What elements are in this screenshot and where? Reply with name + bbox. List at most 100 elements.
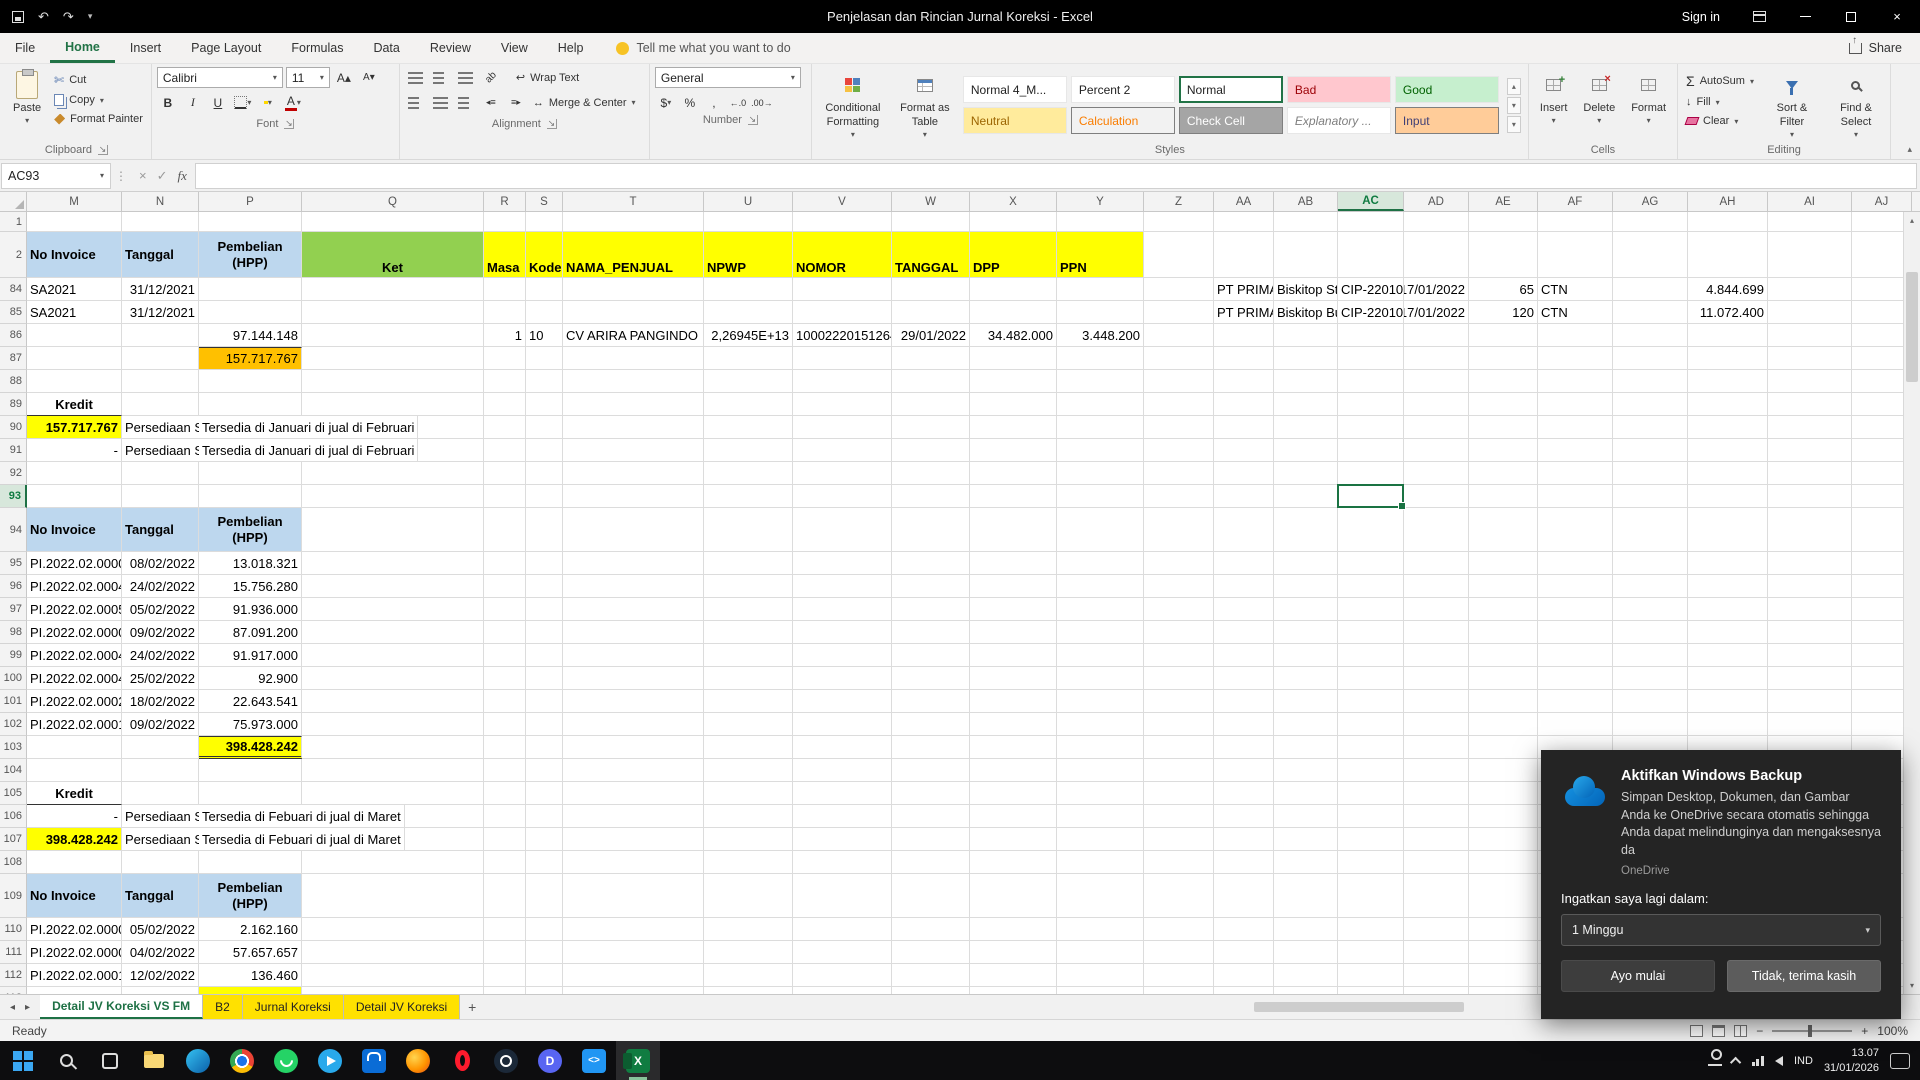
cell-S92[interactable]	[526, 462, 563, 485]
cell-X84[interactable]	[970, 278, 1057, 301]
cell-AC99[interactable]	[1338, 644, 1404, 667]
cell-AI99[interactable]	[1768, 644, 1852, 667]
cell-R113[interactable]	[484, 987, 526, 994]
delete-cells-button[interactable]: × Delete ▾	[1577, 67, 1621, 143]
redo-icon[interactable]: ↷	[63, 9, 74, 25]
cell-AB104[interactable]	[1274, 759, 1338, 782]
styles-more-button[interactable]: ▾	[1506, 115, 1521, 133]
cell-P94[interactable]: Pembelian (HPP)	[199, 508, 302, 552]
cell-X103[interactable]	[970, 736, 1057, 759]
cell-W91[interactable]	[892, 439, 970, 462]
cell-Q109[interactable]	[302, 874, 484, 918]
cell-AG86[interactable]	[1613, 324, 1688, 347]
share-button[interactable]: Share	[1848, 33, 1920, 63]
cell-S91[interactable]	[526, 439, 563, 462]
cell-Z93[interactable]	[1144, 485, 1214, 508]
cell-V109[interactable]	[793, 874, 892, 918]
cell-U93[interactable]	[704, 485, 793, 508]
cell-AC112[interactable]	[1338, 964, 1404, 987]
cell-AG101[interactable]	[1613, 690, 1688, 713]
cell-W101[interactable]	[892, 690, 970, 713]
cell-Y91[interactable]	[1057, 439, 1144, 462]
cell-P109[interactable]: Pembelian (HPP)	[199, 874, 302, 918]
cell-AB84[interactable]: Biskitop Sti	[1274, 278, 1338, 301]
page-break-view-button[interactable]	[1734, 1024, 1748, 1037]
cell-T112[interactable]	[563, 964, 704, 987]
cell-AG97[interactable]	[1613, 598, 1688, 621]
save-icon[interactable]	[12, 10, 24, 23]
tray-chevron-up-icon[interactable]	[1729, 1056, 1742, 1068]
cell-AC110[interactable]	[1338, 918, 1404, 941]
italic-button[interactable]: I	[182, 92, 204, 113]
cell-V105[interactable]	[793, 782, 892, 805]
cell-AE94[interactable]	[1469, 508, 1538, 552]
align-bottom-button[interactable]	[455, 67, 477, 88]
cell-M99[interactable]: PI.2022.02.00044	[27, 644, 122, 667]
cell-AG1[interactable]	[1613, 212, 1688, 232]
cell-AC108[interactable]	[1338, 851, 1404, 874]
cell-Z86[interactable]	[1144, 324, 1214, 347]
cell-S106[interactable]	[526, 805, 563, 828]
accounting-format-button[interactable]: $ ▾	[655, 92, 677, 113]
cell-Z112[interactable]	[1144, 964, 1214, 987]
selected-cell[interactable]	[1337, 484, 1406, 510]
cell-S112[interactable]	[526, 964, 563, 987]
cell-V84[interactable]	[793, 278, 892, 301]
cell-AG95[interactable]	[1613, 552, 1688, 575]
cell-V87[interactable]	[793, 347, 892, 370]
insert-cells-button[interactable]: + Insert ▾	[1534, 67, 1574, 143]
whatsapp-taskbar-icon[interactable]	[264, 1041, 308, 1080]
cell-V104[interactable]	[793, 759, 892, 782]
copy-button[interactable]: Copy ▾	[51, 92, 146, 108]
cell-AB91[interactable]	[1274, 439, 1338, 462]
cell-V86[interactable]: 100022201512643	[793, 324, 892, 347]
cell-T91[interactable]	[563, 439, 704, 462]
cell-P106[interactable]: Tersedia di Febuari di jual di Maret	[199, 805, 405, 828]
cell-Z99[interactable]	[1144, 644, 1214, 667]
column-header-AJ[interactable]: AJ	[1852, 192, 1912, 211]
cell-AF96[interactable]	[1538, 575, 1613, 598]
cell-X86[interactable]: 34.482.000	[970, 324, 1057, 347]
cell-AG88[interactable]	[1613, 370, 1688, 393]
cell-Q94[interactable]	[302, 508, 484, 552]
cell-M92[interactable]	[27, 462, 122, 485]
cell-V91[interactable]	[793, 439, 892, 462]
cell-Q96[interactable]	[302, 575, 484, 598]
cell-AI93[interactable]	[1768, 485, 1852, 508]
decrease-decimal-button[interactable]: .00→	[751, 92, 773, 113]
cell-AH90[interactable]	[1688, 416, 1768, 439]
cell-style-explanatory[interactable]: Explanatory ...	[1286, 107, 1391, 134]
scroll-down-arrow[interactable]: ▾	[1904, 977, 1920, 994]
cell-AA91[interactable]	[1214, 439, 1274, 462]
cell-AF85[interactable]: CTN	[1538, 301, 1613, 324]
cell-V100[interactable]	[793, 667, 892, 690]
cell-AG93[interactable]	[1613, 485, 1688, 508]
column-header-AF[interactable]: AF	[1538, 192, 1613, 211]
cell-R93[interactable]	[484, 485, 526, 508]
cell-AB108[interactable]	[1274, 851, 1338, 874]
row-header-84[interactable]: 84	[0, 278, 27, 301]
cell-V103[interactable]	[793, 736, 892, 759]
cell-N112[interactable]: 12/02/2022	[122, 964, 199, 987]
cell-Y94[interactable]	[1057, 508, 1144, 552]
cell-U88[interactable]	[704, 370, 793, 393]
cell-AI90[interactable]	[1768, 416, 1852, 439]
cell-P110[interactable]: 2.162.160	[199, 918, 302, 941]
cell-AD105[interactable]	[1404, 782, 1469, 805]
maximize-button[interactable]	[1828, 0, 1874, 33]
cell-W89[interactable]	[892, 393, 970, 416]
cell-Y99[interactable]	[1057, 644, 1144, 667]
cell-U99[interactable]	[704, 644, 793, 667]
cell-AH99[interactable]	[1688, 644, 1768, 667]
zoom-out-button[interactable]: −	[1756, 1024, 1763, 1038]
cell-Y95[interactable]	[1057, 552, 1144, 575]
cell-P88[interactable]	[199, 370, 302, 393]
cell-X1[interactable]	[970, 212, 1057, 232]
row-header-87[interactable]: 87	[0, 347, 27, 370]
cell-AB94[interactable]	[1274, 508, 1338, 552]
cell-S95[interactable]	[526, 552, 563, 575]
enter-formula-icon[interactable]: ✓	[157, 168, 168, 184]
cell-AE106[interactable]	[1469, 805, 1538, 828]
sheet-tab-jurnal-koreksi[interactable]: Jurnal Koreksi	[242, 995, 344, 1019]
cell-T95[interactable]	[563, 552, 704, 575]
